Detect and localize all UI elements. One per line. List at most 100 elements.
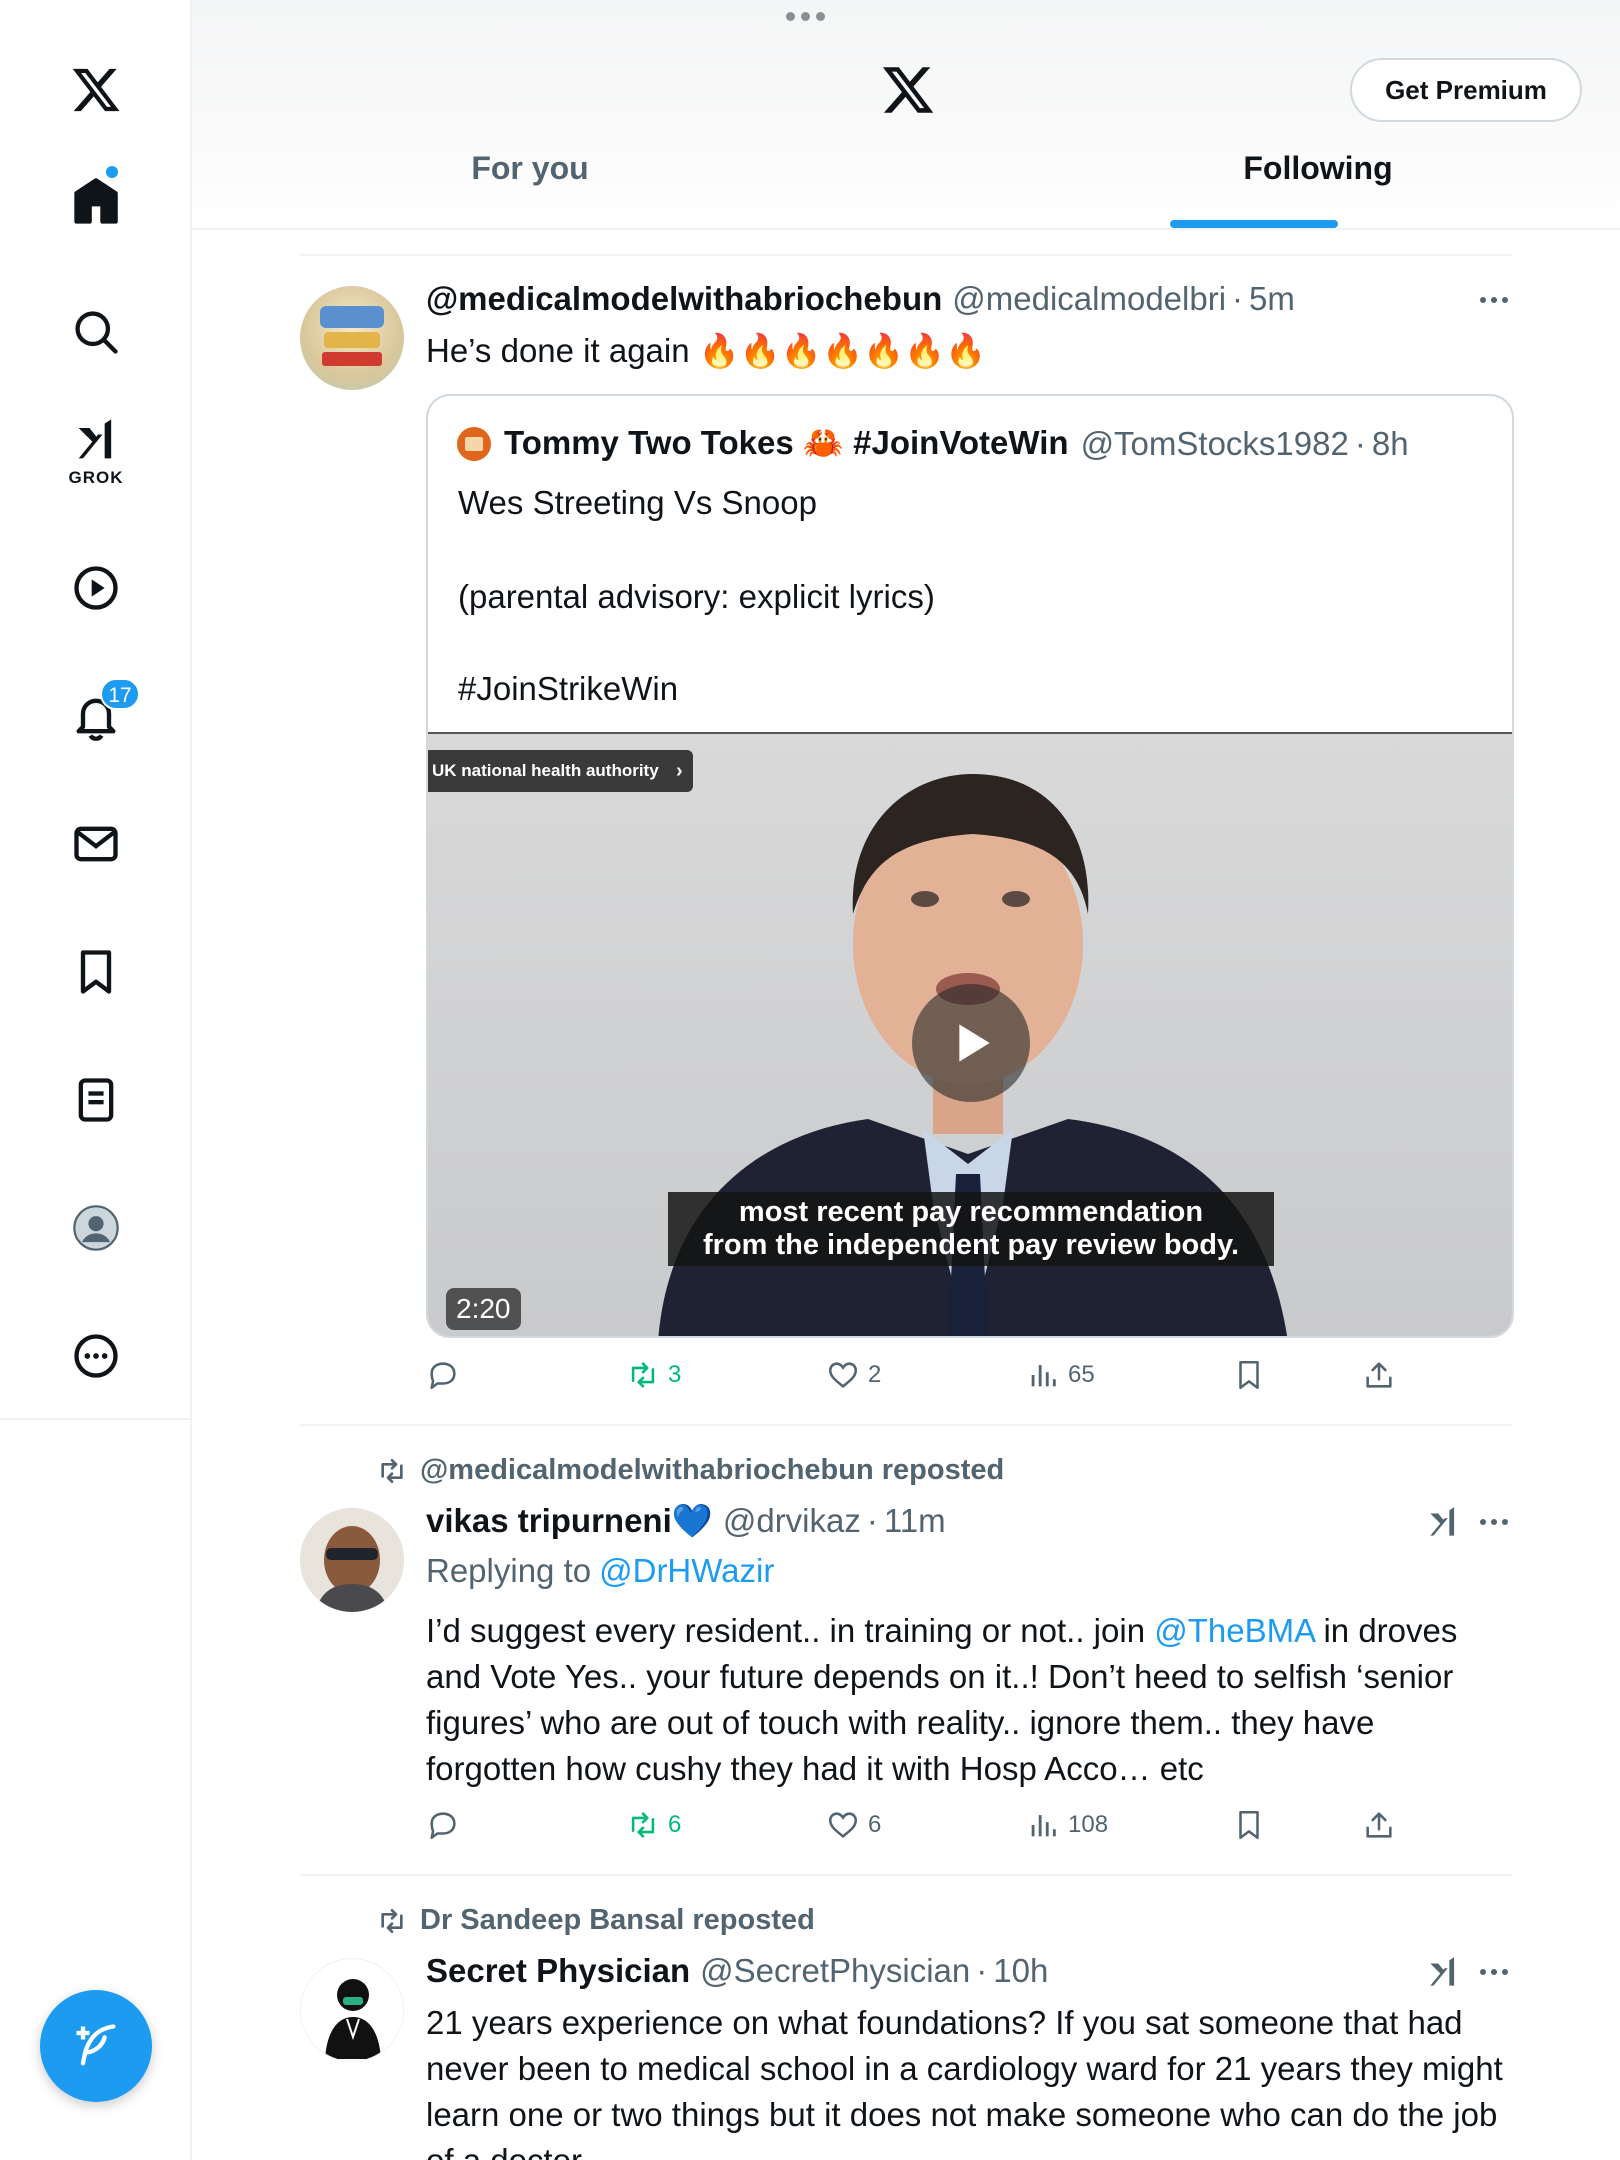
repost-icon — [381, 1458, 403, 1483]
quote-hashtag[interactable]: #JoinStrikeWin — [458, 666, 1498, 712]
view-count: 108 — [1068, 1811, 1109, 1838]
quote-author-name[interactable]: Tommy Two Tokes 🦀 #JoinVoteWin — [504, 424, 1069, 463]
like-count: 6 — [868, 1811, 882, 1838]
tab-following[interactable]: Following — [1150, 150, 1486, 230]
analytics-icon — [1031, 1365, 1056, 1387]
top-header: Get Premium For you Following — [192, 0, 1620, 230]
x-logo-icon[interactable] — [56, 50, 136, 130]
sidebar-divider — [0, 1418, 192, 1420]
analytics-icon — [1031, 1815, 1056, 1837]
reply-icon — [430, 1812, 456, 1840]
quote-line-1: Wes Streeting Vs Snoop — [458, 484, 817, 521]
post-time[interactable]: 11m — [884, 1502, 946, 1540]
post-author-handle[interactable]: @drvikaz — [723, 1502, 861, 1540]
more-options-icon[interactable] — [56, 1316, 136, 1396]
window-handle-dots[interactable] — [786, 12, 825, 21]
post-author-handle[interactable]: @medicalmodelbri — [952, 280, 1226, 318]
views-button[interactable]: 65 — [1026, 1358, 1095, 1392]
repost-icon — [381, 1908, 403, 1933]
home-icon[interactable] — [56, 162, 136, 242]
x-logo-icon[interactable] — [880, 62, 936, 118]
repost-count: 6 — [668, 1811, 682, 1838]
quoted-post[interactable]: Tommy Two Tokes 🦀 #JoinVoteWin @TomStock… — [426, 394, 1514, 1338]
repost-button[interactable]: 6 — [626, 1808, 681, 1842]
avatar[interactable] — [300, 1958, 404, 2062]
post-time[interactable]: 10h — [993, 1952, 1048, 1990]
video-caption: most recent pay recommendation from the … — [668, 1192, 1274, 1266]
quote-line-2: (parental advisory: explicit lyrics) — [458, 578, 935, 615]
avatar[interactable] — [300, 286, 404, 390]
reposted-by-text: Dr Sandeep Bansal reposted — [420, 1904, 815, 1936]
view-count: 65 — [1068, 1361, 1095, 1388]
repost-button[interactable]: 3 — [626, 1358, 681, 1392]
selected-tab-indicator — [1170, 220, 1338, 228]
repost-icon — [631, 1812, 655, 1838]
reply-button[interactable] — [426, 1358, 468, 1392]
share-icon — [1366, 1812, 1392, 1838]
post-more-icon[interactable] — [1474, 290, 1514, 310]
grok-icon[interactable] — [1424, 1504, 1462, 1542]
caption-line-1: most recent pay recommendation — [738, 1196, 1204, 1228]
bookmark-button[interactable] — [1232, 1358, 1266, 1392]
video-duration: 2:20 — [446, 1288, 521, 1330]
heart-icon — [828, 1362, 858, 1388]
reply-button[interactable] — [426, 1808, 468, 1842]
reply-icon — [430, 1362, 456, 1390]
notifications-badge: 17 — [100, 678, 140, 710]
post-author-name[interactable]: @medicalmodelwithabriochebun — [426, 280, 942, 318]
post-author-handle[interactable]: @SecretPhysician — [700, 1952, 970, 1990]
search-icon[interactable] — [56, 292, 136, 372]
post-author-name[interactable]: Secret Physician — [426, 1952, 690, 1990]
post-text: I’d suggest every resident.. in training… — [426, 1612, 1458, 1787]
post-actions: 6 6 108 — [426, 1808, 1514, 1852]
lists-icon[interactable] — [56, 1060, 136, 1140]
grok-nav-item[interactable]: GROK — [56, 412, 136, 492]
feed-divider — [300, 254, 1512, 256]
post-text: He’s done it again 🔥🔥🔥🔥🔥🔥🔥 — [426, 332, 987, 369]
reposted-by-line[interactable]: @medicalmodelwithabriochebun reposted — [376, 1454, 1004, 1487]
post-author-name[interactable]: vikas tripurneni💙 — [426, 1502, 713, 1541]
get-premium-button[interactable]: Get Premium — [1350, 58, 1582, 122]
views-button[interactable]: 108 — [1026, 1808, 1108, 1842]
video-icon[interactable] — [56, 548, 136, 628]
messages-icon[interactable] — [56, 804, 136, 884]
quote-avatar — [457, 426, 491, 461]
like-count: 2 — [868, 1361, 882, 1388]
quote-time[interactable]: 8h — [1372, 425, 1409, 463]
grok-label: GROK — [68, 468, 124, 487]
post-more-icon[interactable] — [1474, 1512, 1514, 1532]
compose-feather-icon — [76, 2024, 116, 2066]
like-button[interactable]: 6 — [826, 1808, 881, 1842]
notifications-icon[interactable]: 17 — [56, 676, 140, 756]
share-button[interactable] — [1362, 1358, 1396, 1392]
play-icon[interactable] — [912, 984, 1030, 1102]
bookmark-icon — [1239, 1360, 1259, 1390]
tab-for-you[interactable]: For you — [390, 150, 670, 230]
share-button[interactable] — [1362, 1808, 1396, 1842]
post-time[interactable]: 5m — [1249, 280, 1295, 318]
compose-post-button[interactable] — [40, 1990, 152, 2102]
caption-line-2: from the independent pay review body. — [702, 1229, 1240, 1261]
post-divider — [300, 1424, 1512, 1426]
video-player[interactable]: UK national health authority › most recen… — [428, 732, 1512, 1336]
grok-icon — [78, 419, 112, 459]
bookmarks-icon[interactable] — [56, 932, 136, 1012]
share-icon — [1366, 1362, 1392, 1388]
bookmark-button[interactable] — [1232, 1808, 1266, 1842]
avatar[interactable] — [300, 1508, 404, 1612]
post-divider — [300, 1874, 1512, 1876]
sidebar: GROK 17 — [0, 0, 192, 2160]
home-unread-dot — [106, 166, 118, 178]
mention-link[interactable]: @TheBMA — [1154, 1612, 1314, 1649]
bookmark-icon — [1239, 1810, 1259, 1840]
repost-count: 3 — [668, 1361, 682, 1388]
grok-icon[interactable] — [1424, 1954, 1462, 1992]
profile-avatar-icon[interactable] — [56, 1188, 136, 1268]
quote-author-handle[interactable]: @TomStocks1982 — [1081, 425, 1349, 463]
reposted-by-line[interactable]: Dr Sandeep Bansal reposted — [376, 1904, 815, 1937]
post-more-icon[interactable] — [1474, 1962, 1514, 1982]
like-button[interactable]: 2 — [826, 1358, 881, 1392]
replying-to-link[interactable]: @DrHWazir — [599, 1552, 774, 1590]
reposted-by-text: @medicalmodelwithabriochebun reposted — [420, 1454, 1005, 1486]
replying-to-label: Replying to — [426, 1552, 592, 1589]
